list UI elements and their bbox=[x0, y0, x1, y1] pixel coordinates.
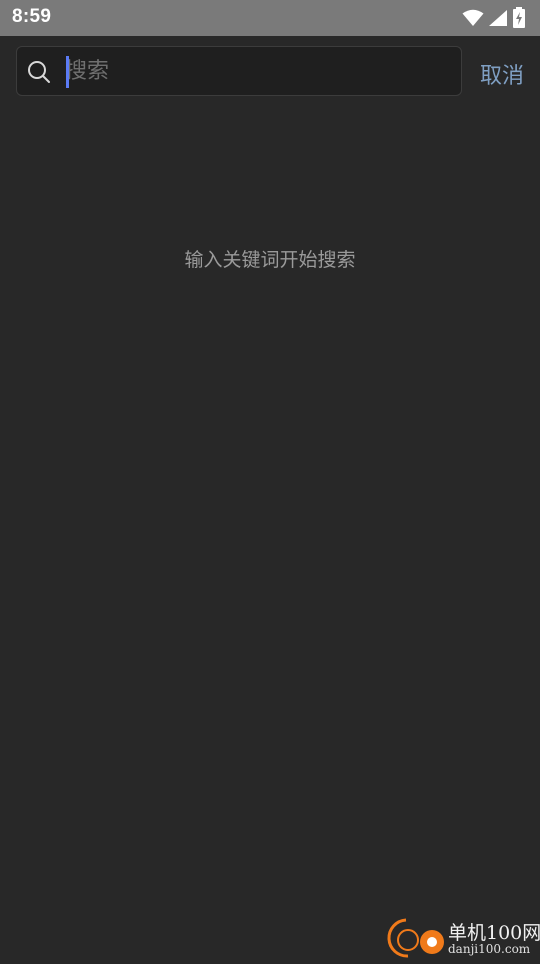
status-icons bbox=[462, 6, 526, 30]
wifi-icon bbox=[462, 9, 484, 27]
search-icon bbox=[27, 60, 51, 84]
status-bar: 8:59 bbox=[0, 0, 540, 36]
text-caret bbox=[66, 56, 69, 88]
empty-state-hint: 输入关键词开始搜索 bbox=[0, 245, 540, 272]
cancel-button[interactable]: 取消 bbox=[480, 58, 524, 90]
battery-charging-icon bbox=[512, 7, 526, 29]
watermark-url: danji100.com bbox=[448, 942, 530, 956]
search-input[interactable] bbox=[65, 55, 445, 87]
cell-signal-icon bbox=[488, 9, 508, 27]
status-time: 8:59 bbox=[12, 6, 51, 28]
search-bar: 取消 bbox=[0, 36, 540, 108]
watermark: 单机100网 danji100.com bbox=[386, 908, 536, 958]
search-box[interactable] bbox=[16, 46, 462, 96]
watermark-logo-icon bbox=[386, 916, 446, 964]
watermark-title: 单机100网 bbox=[448, 918, 540, 945]
